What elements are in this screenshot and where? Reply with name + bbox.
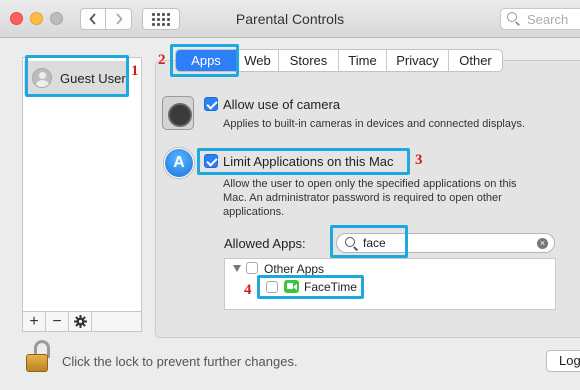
other-apps-label: Other Apps bbox=[264, 262, 325, 276]
allowed-apps-search-input[interactable]: face × bbox=[336, 233, 555, 253]
limit-apps-description-line: applications. bbox=[223, 206, 285, 218]
user-options-button[interactable] bbox=[69, 312, 92, 331]
tab-other[interactable]: Other bbox=[448, 50, 502, 71]
allow-camera-description: Applies to built-in cameras in devices a… bbox=[223, 118, 526, 130]
tab-bar: Apps Web Stores Time Privacy Other bbox=[175, 49, 503, 72]
title-bar: Parental Controls Search bbox=[0, 0, 580, 38]
allowed-apps-label: Allowed Apps: bbox=[224, 236, 306, 251]
allow-camera-label: Allow use of camera bbox=[223, 97, 341, 112]
search-field[interactable]: Search bbox=[500, 8, 580, 30]
allowed-apps-search-value: face bbox=[363, 236, 386, 250]
search-icon bbox=[507, 12, 521, 26]
tab-privacy[interactable]: Privacy bbox=[386, 50, 448, 71]
step-number: 4 bbox=[244, 282, 252, 298]
limit-apps-description-line: Allow the user to open only the specifie… bbox=[223, 178, 517, 190]
step-number: 2 bbox=[158, 52, 166, 68]
user-label: Guest User bbox=[60, 70, 126, 86]
disclosure-triangle-icon[interactable] bbox=[233, 265, 241, 272]
step-number: 1 bbox=[131, 63, 139, 79]
limit-apps-description-line: Mac. An administrator password is requir… bbox=[223, 192, 502, 204]
tab-time[interactable]: Time bbox=[338, 50, 386, 71]
tab-web[interactable]: Web bbox=[236, 50, 278, 71]
user-item-guest[interactable]: Guest User bbox=[24, 61, 129, 95]
user-list-toolbar: + − bbox=[22, 312, 142, 332]
facetime-checkbox[interactable] bbox=[266, 281, 278, 293]
clear-search-icon[interactable]: × bbox=[537, 238, 548, 249]
search-placeholder: Search bbox=[527, 11, 569, 27]
search-icon bbox=[345, 236, 359, 250]
lock-icon[interactable] bbox=[24, 340, 54, 374]
user-avatar-icon bbox=[32, 68, 52, 88]
gear-icon bbox=[73, 315, 87, 328]
facetime-label: FaceTime bbox=[304, 280, 357, 294]
tab-apps[interactable]: Apps bbox=[176, 50, 236, 71]
other-apps-checkbox[interactable] bbox=[246, 262, 258, 274]
user-list[interactable]: Guest User bbox=[22, 57, 142, 312]
lock-message: Click the lock to prevent further change… bbox=[62, 354, 298, 369]
window-title: Parental Controls bbox=[235, 11, 345, 27]
app-store-icon: A bbox=[164, 148, 194, 178]
camera-icon bbox=[162, 96, 194, 130]
facetime-icon bbox=[284, 280, 299, 293]
limit-apps-checkbox[interactable] bbox=[204, 154, 218, 168]
add-user-button[interactable]: + bbox=[23, 312, 46, 331]
tab-stores[interactable]: Stores bbox=[278, 50, 338, 71]
step-number: 3 bbox=[415, 152, 423, 168]
login-button[interactable]: Log bbox=[546, 350, 580, 372]
allow-camera-checkbox[interactable] bbox=[204, 97, 218, 111]
limit-apps-label: Limit Applications on this Mac bbox=[223, 154, 394, 169]
remove-user-button[interactable]: − bbox=[46, 312, 69, 331]
